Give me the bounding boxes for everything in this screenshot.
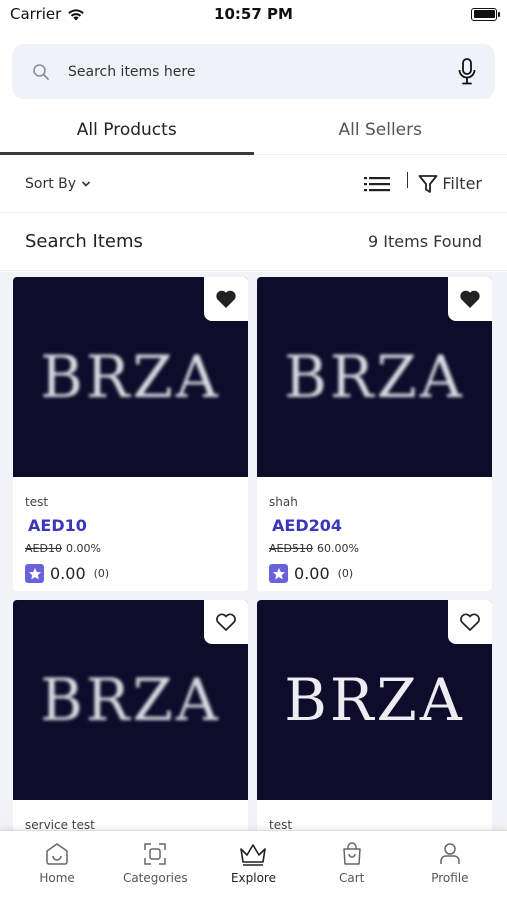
status-time: 10:57 PM [214,5,293,23]
product-price: AED10 [28,516,87,535]
results-title: Search Items [25,231,143,252]
filter-icon [418,174,438,193]
review-count: (0) [337,567,354,580]
profile-icon [440,842,460,864]
product-rating: 0.00 (0) [269,564,480,583]
heart-outline-icon [216,613,236,631]
product-card[interactable]: BRZA shah AED204 AED510 60.00% 0.00 (0) [257,277,492,591]
sort-by-dropdown[interactable]: Sort By [25,176,92,192]
status-left: Carrier [10,5,85,23]
product-image: BRZA [257,277,492,477]
sort-right-controls: Filter [363,171,482,194]
product-info: test [257,800,492,832]
product-old-price-row: AED10 0.00% [25,542,236,555]
carrier-label: Carrier [10,5,62,23]
rating-value: 0.00 [50,564,86,583]
sort-filter-bar: Sort By Filter [0,155,507,213]
product-discount: 0.00% [65,542,101,555]
tab-all-products[interactable]: All Products [0,105,254,155]
battery-icon [471,7,500,21]
nav-explore[interactable]: Explore [208,841,298,885]
cart-icon [342,841,361,865]
product-discount: 60.00% [316,542,359,555]
wifi-icon [68,8,85,20]
favorite-button[interactable] [448,600,492,644]
product-image: BRZA [13,600,248,800]
results-header: Search Items 9 Items Found [0,213,507,271]
nav-home[interactable]: Home [12,841,102,885]
rating-value: 0.00 [294,564,330,583]
review-count: (0) [93,567,110,580]
product-old-price-row: AED510 60.00% [269,542,480,555]
favorite-button[interactable] [204,600,248,644]
nav-label-cart: Cart [338,870,365,885]
nav-cart[interactable]: Cart [307,841,397,885]
search-icon [33,63,49,80]
results-count: 9 Items Found [368,232,482,251]
status-bar: Carrier 10:57 PM [0,0,507,28]
filter-button[interactable]: Filter [418,174,482,194]
brand-logo: BRZA [40,343,221,411]
toolbar-divider [406,171,409,188]
crown-icon [240,843,267,866]
product-grid: BRZA test AED10 AED10 0.00% 0.00 (0) BRZ… [0,272,507,900]
favorite-button[interactable] [204,277,248,321]
search-section [0,28,507,99]
search-input[interactable] [68,63,457,80]
search-bar[interactable] [12,44,495,99]
brand-logo: BRZA [284,343,465,411]
heart-outline-icon [460,613,480,631]
nav-categories[interactable]: Categories [110,841,200,885]
product-name: shah [269,495,298,509]
product-card[interactable]: BRZA test AED10 AED10 0.00% 0.00 (0) [13,277,248,591]
brand-logo: BRZA [284,666,465,734]
heart-filled-icon [460,290,480,308]
nav-profile[interactable]: Profile [405,841,495,885]
brand-logo: BRZA [40,666,221,734]
microphone-icon[interactable] [457,57,477,87]
product-price: AED204 [272,516,342,535]
product-info: service test [13,800,248,832]
chevron-down-icon [81,180,91,187]
tab-bar: All Products All Sellers [0,105,507,155]
nav-label-profile: Profile [431,870,469,885]
product-image: BRZA [13,277,248,477]
star-icon [25,564,44,583]
nav-label-home: Home [39,870,75,885]
product-info: shah AED204 AED510 60.00% 0.00 (0) [257,477,492,583]
bottom-nav: Home Categories Explore Cart Profile [0,830,507,900]
product-name: test [25,495,49,509]
product-old-price: AED510 [269,542,313,555]
star-icon [269,564,288,583]
filter-label: Filter [442,174,482,193]
list-view-icon[interactable] [363,175,391,193]
heart-filled-icon [216,290,236,308]
nav-label-categories: Categories [122,870,188,885]
tab-all-sellers[interactable]: All Sellers [254,105,507,154]
product-rating: 0.00 (0) [25,564,236,583]
sort-by-label: Sort By [25,175,77,192]
categories-icon [144,842,167,865]
nav-label-explore: Explore [230,870,276,885]
home-icon [46,842,68,865]
product-info: test AED10 AED10 0.00% 0.00 (0) [13,477,248,583]
product-image: BRZA [257,600,492,800]
favorite-button[interactable] [448,277,492,321]
product-old-price: AED10 [25,542,62,555]
